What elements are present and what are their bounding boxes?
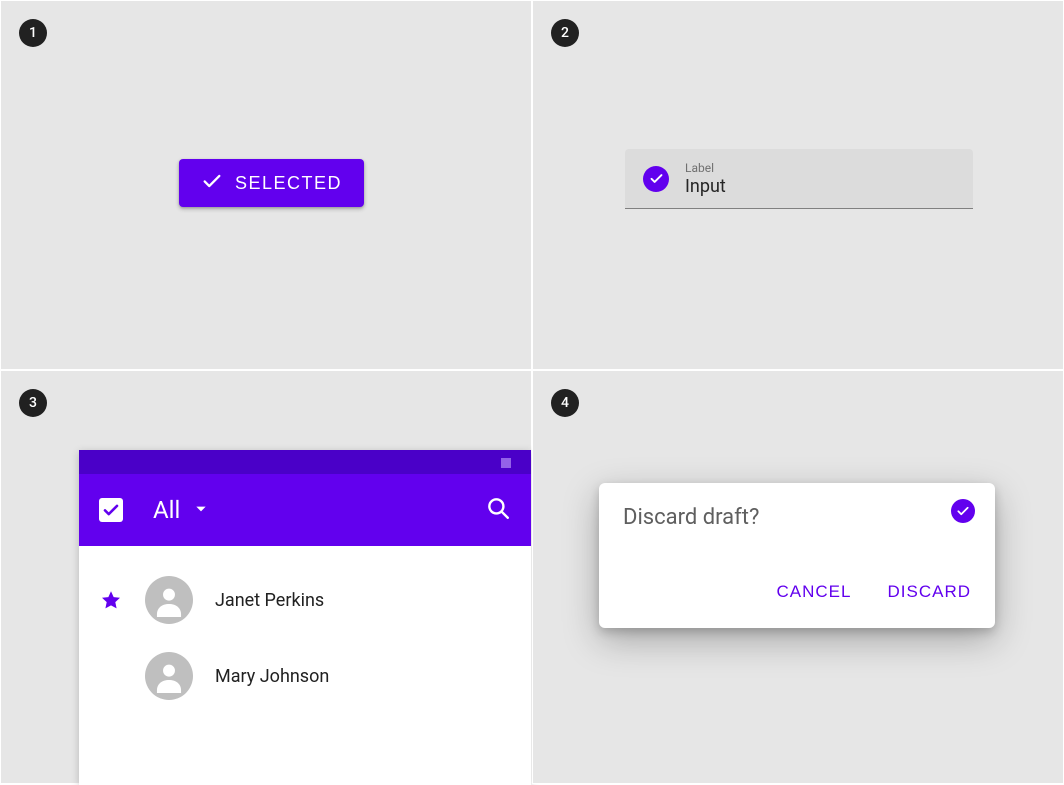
- quadrant-badge: 2: [551, 19, 579, 47]
- app-card: All Janet Perkins: [79, 450, 531, 785]
- selected-button-label: SELECTED: [235, 173, 342, 194]
- check-circle-icon: [643, 166, 669, 192]
- statusbar-indicator-icon: [501, 458, 511, 468]
- discard-button[interactable]: DISCARD: [883, 576, 975, 608]
- check-circle-icon: [951, 499, 975, 523]
- app-bar: All: [79, 474, 531, 546]
- text-field[interactable]: Label Input: [625, 149, 973, 209]
- appbar-title[interactable]: All: [153, 496, 180, 524]
- quadrant-badge: 3: [19, 389, 47, 417]
- quadrant-1: 1 SELECTED: [0, 0, 532, 370]
- avatar: [145, 576, 193, 624]
- chevron-down-icon[interactable]: [194, 501, 208, 520]
- contact-name: Janet Perkins: [215, 590, 324, 611]
- quadrant-badge: 4: [551, 389, 579, 417]
- check-icon: [201, 170, 223, 197]
- search-icon[interactable]: [485, 495, 511, 525]
- text-field-label: Label: [685, 161, 955, 175]
- dialog-title: Discard draft?: [623, 505, 759, 530]
- quadrant-badge: 1: [19, 19, 47, 47]
- cancel-button[interactable]: CANCEL: [773, 576, 856, 608]
- avatar: [145, 652, 193, 700]
- status-bar: [79, 450, 531, 474]
- text-field-value: Input: [685, 176, 955, 197]
- quadrant-3: 3 All: [0, 370, 532, 784]
- list-item[interactable]: Janet Perkins: [79, 562, 531, 638]
- quadrant-2: 2 Label Input: [532, 0, 1064, 370]
- quadrant-4: 4 Discard draft? CANCEL DISCARD: [532, 370, 1064, 784]
- discard-dialog: Discard draft? CANCEL DISCARD: [599, 483, 995, 628]
- contact-name: Mary Johnson: [215, 666, 329, 687]
- star-icon[interactable]: [99, 589, 123, 611]
- select-all-checkbox[interactable]: [99, 498, 123, 522]
- list-item[interactable]: Mary Johnson: [79, 638, 531, 714]
- selected-button[interactable]: SELECTED: [179, 159, 364, 207]
